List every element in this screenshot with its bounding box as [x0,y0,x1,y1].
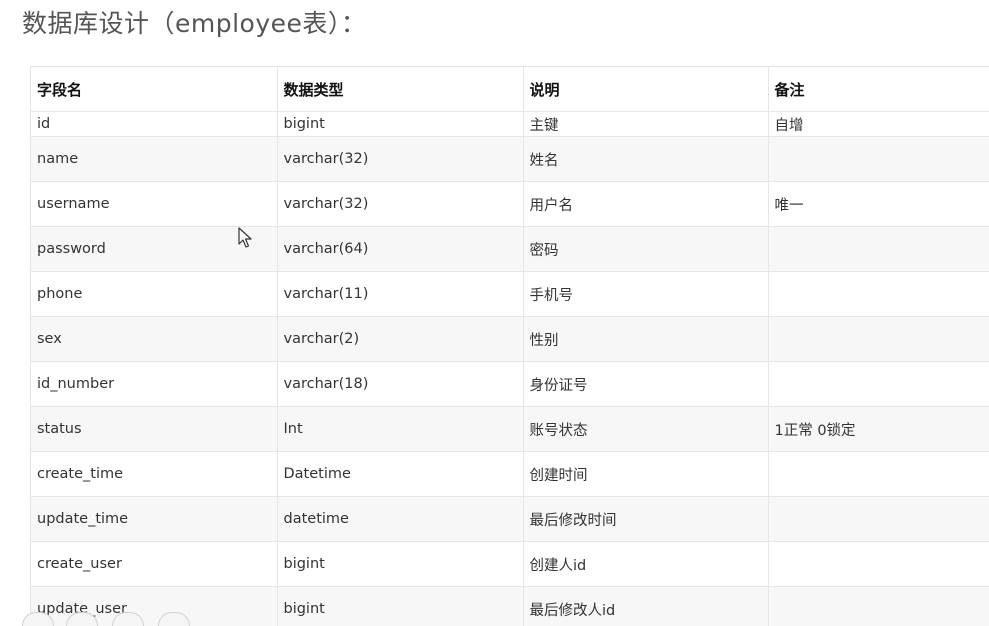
control-button[interactable] [22,612,54,626]
cell-desc: 最后修改人id [523,586,769,626]
cell-note [768,451,989,497]
cell-note: 唯一 [768,181,989,227]
cell-field: create_time [31,451,278,497]
cell-field: update_time [31,496,278,542]
table-row: create_user bigint 创建人id [31,541,989,587]
cell-type: datetime [277,496,524,542]
header-data-type: 数据类型 [277,67,524,112]
document-page: 数据库设计（employee表）： 字段名 数据类型 说明 备注 id bigi… [0,0,989,626]
cell-desc: 账号状态 [523,406,769,452]
table-row: name varchar(32) 姓名 [31,136,989,182]
table-row: id bigint 主键 自增 [31,111,989,137]
table-row: sex varchar(2) 性别 [31,316,989,362]
cell-type: varchar(11) [277,271,524,317]
cell-desc: 身份证号 [523,361,769,407]
cell-type: bigint [277,586,524,626]
player-controls [0,612,200,626]
schema-table: 字段名 数据类型 说明 备注 id bigint 主键 自增 name varc… [31,67,989,626]
cell-desc: 创建人id [523,541,769,587]
cell-note [768,316,989,362]
cell-type: varchar(64) [277,226,524,272]
cell-note: 1正常 0锁定 [768,406,989,452]
cell-note: 自增 [768,111,989,137]
cell-desc: 手机号 [523,271,769,317]
cell-desc: 用户名 [523,181,769,227]
table-row: id_number varchar(18) 身份证号 [31,361,989,407]
cell-note [768,586,989,626]
cell-note [768,361,989,407]
mouse-pointer-icon [238,227,252,248]
cell-type: varchar(32) [277,136,524,182]
cell-note [768,541,989,587]
header-field-name: 字段名 [31,67,278,112]
table-row: create_time Datetime 创建时间 [31,451,989,497]
cell-desc: 最后修改时间 [523,496,769,542]
cell-field: create_user [31,541,278,587]
control-button[interactable] [112,612,144,626]
cell-field: username [31,181,278,227]
table-row: status Int 账号状态 1正常 0锁定 [31,406,989,452]
cell-type: Datetime [277,451,524,497]
cell-note [768,271,989,317]
page-title: 数据库设计（employee表）： [22,9,367,38]
table-container: 字段名 数据类型 说明 备注 id bigint 主键 自增 name varc… [30,66,989,626]
cell-note [768,136,989,182]
header-note: 备注 [768,67,989,112]
cell-type: varchar(18) [277,361,524,407]
cell-field: id_number [31,361,278,407]
cell-type: varchar(2) [277,316,524,362]
table-row: phone varchar(11) 手机号 [31,271,989,317]
control-button[interactable] [158,612,190,626]
cell-type: bigint [277,111,524,137]
cell-field: id [31,111,278,137]
header-description: 说明 [523,67,769,112]
cell-type: bigint [277,541,524,587]
cell-type: Int [277,406,524,452]
cell-field: phone [31,271,278,317]
table-row: update_time datetime 最后修改时间 [31,496,989,542]
table-row: password varchar(64) 密码 [31,226,989,272]
cell-note [768,226,989,272]
cell-desc: 密码 [523,226,769,272]
cell-field: status [31,406,278,452]
cell-type: varchar(32) [277,181,524,227]
cell-desc: 姓名 [523,136,769,182]
cell-field: sex [31,316,278,362]
cell-desc: 性别 [523,316,769,362]
cell-note [768,496,989,542]
cell-desc: 主键 [523,111,769,137]
cell-field: name [31,136,278,182]
table-row: username varchar(32) 用户名 唯一 [31,181,989,227]
cell-desc: 创建时间 [523,451,769,497]
table-header-row: 字段名 数据类型 说明 备注 [31,67,989,112]
control-button[interactable] [66,612,98,626]
